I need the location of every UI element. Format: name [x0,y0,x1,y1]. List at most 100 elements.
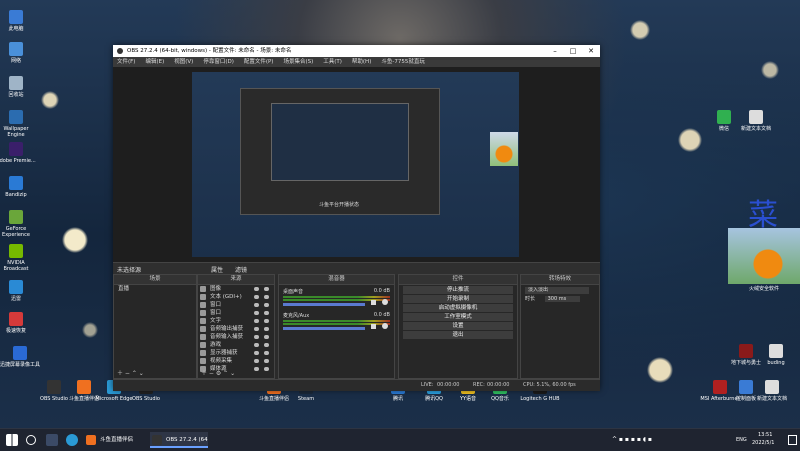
control-button[interactable]: 退出 [403,331,513,339]
lock-icon[interactable] [264,343,269,347]
app-icon [9,280,23,294]
desktop-icon[interactable]: 此电脑 [0,10,36,32]
source-item[interactable]: 窗口 [198,309,274,317]
scene-item[interactable]: 直播 [114,285,196,293]
desktop-icon[interactable]: 网络 [0,42,36,64]
source-item[interactable]: 文本 (GDI+) [198,293,274,301]
desktop-icon[interactable]: 极速恢复 [0,312,36,334]
app-icon [9,142,23,156]
visibility-icon[interactable] [254,351,259,355]
source-item[interactable]: 显示器捕获 [198,349,274,357]
menu-item[interactable]: 停靠窗口(D) [203,57,234,67]
source-item[interactable]: 图像 [198,285,274,293]
menu-item[interactable]: 视图(V) [174,57,193,67]
desktop-icon-label: Wallpaper Engine [3,126,29,138]
control-button[interactable]: 工作室模式 [403,313,513,321]
speaker-icon[interactable] [371,300,376,305]
properties-button[interactable]: 属性 [203,265,223,274]
taskbar-app-icon [86,435,96,445]
maximize-icon[interactable]: □ [564,45,582,57]
lock-icon[interactable] [264,327,269,331]
taskbar-app[interactable]: OBS 27.2.4 (64 bi... [150,432,208,459]
source-type-icon [200,350,206,356]
steam-taskbar-icon[interactable] [46,434,58,446]
lock-icon[interactable] [264,351,269,355]
tray-icons[interactable]: ^ ▪ ▪ ▪ ▪ ◖ ▪ [612,436,652,443]
control-button[interactable]: 设置 [403,322,513,330]
menu-item[interactable]: 文件(F) [117,57,135,67]
app-icon [9,10,23,24]
speaker-icon[interactable] [371,324,376,329]
visibility-icon[interactable] [254,367,259,371]
desktop-icon[interactable]: 控制面板 [726,380,766,402]
visibility-icon[interactable] [254,303,259,307]
close-icon[interactable]: ✕ [582,45,600,57]
controls-header: 控件 [399,275,517,285]
visibility-icon[interactable] [254,287,259,291]
visibility-icon[interactable] [254,335,259,339]
search-icon[interactable] [26,435,36,445]
lock-icon[interactable] [264,287,269,291]
visibility-icon[interactable] [254,295,259,299]
desktop-icon[interactable]: 迅捷屏幕录像工具 [0,346,40,368]
desktop-icon[interactable]: 新建文本文档 [736,110,776,132]
transition-value: 淡入淡出 [528,287,549,293]
visibility-icon[interactable] [254,343,259,347]
clock-date[interactable]: 2022/5/1 [752,440,774,446]
minimize-icon[interactable]: – [546,45,564,57]
desktop-icon[interactable]: Bandizip [0,176,36,198]
lock-icon[interactable] [264,319,269,323]
lock-icon[interactable] [264,335,269,339]
transition-select[interactable]: 淡入淡出 [525,287,589,294]
preview-area[interactable]: 斗鱼平台开播状态 [113,67,600,262]
filters-button[interactable]: 滤镜 [227,265,247,274]
desktop-icon-label: Logitech G HUB [520,396,560,402]
volume-slider[interactable] [283,327,365,330]
duration-input[interactable]: 300 ms [544,296,581,302]
source-type-icon [200,302,206,308]
taskbar-app[interactable]: 斗鱼直播伴侣 [84,432,158,448]
source-item[interactable]: 窗口 [198,301,274,309]
source-item[interactable]: 文字 [198,317,274,325]
menu-item[interactable]: 斗鱼-7755就直玩 [381,57,424,67]
source-item[interactable]: 音频输入捕获 [198,333,274,341]
desktop-icon[interactable]: 回收站 [0,76,36,98]
desktop-icon[interactable]: NVIDIA Broadcast [0,244,36,272]
app-icon [9,244,23,258]
lock-icon[interactable] [264,311,269,315]
source-label: 窗口 [210,310,222,316]
control-button[interactable]: 启动虚拟摄像机 [403,304,513,312]
lock-icon[interactable] [264,359,269,363]
desktop-icon[interactable]: Adobe Premie... [0,142,36,164]
source-item[interactable]: 游戏 [198,341,274,349]
visibility-icon[interactable] [254,311,259,315]
notification-icon[interactable] [788,435,797,445]
visibility-icon[interactable] [254,359,259,363]
menu-item[interactable]: 编辑(E) [145,57,164,67]
menu-item[interactable]: 配置文件(P) [244,57,274,67]
live-time: 00:00:00 [437,382,460,388]
gear-icon[interactable] [382,299,388,305]
desktop-icon[interactable]: 迅雷 [0,280,36,302]
control-button[interactable]: 开始录制 [403,295,513,303]
lock-icon[interactable] [264,295,269,299]
menu-item[interactable]: 工具(T) [323,57,342,67]
start-menu-icon[interactable] [6,434,18,446]
input-language[interactable]: ENG [736,437,747,443]
gear-icon[interactable] [382,323,388,329]
control-button[interactable]: 停止推流 [403,286,513,294]
lock-icon[interactable] [264,367,269,371]
source-item[interactable]: 视频采集 [198,357,274,365]
edge-taskbar-icon[interactable] [66,434,78,446]
menu-item[interactable]: 场景集合(S) [283,57,313,67]
clock-time[interactable]: 13:51 [758,432,772,438]
visibility-icon[interactable] [254,327,259,331]
menu-item[interactable]: 帮助(H) [352,57,371,67]
desktop-icon[interactable]: GeForce Experience [0,210,36,238]
lock-icon[interactable] [264,303,269,307]
volume-slider[interactable] [283,303,365,306]
source-item[interactable]: 音频输出捕获 [198,325,274,333]
visibility-icon[interactable] [254,319,259,323]
desktop-icon[interactable]: buding [756,344,796,366]
desktop-icon[interactable]: Wallpaper Engine [0,110,36,138]
